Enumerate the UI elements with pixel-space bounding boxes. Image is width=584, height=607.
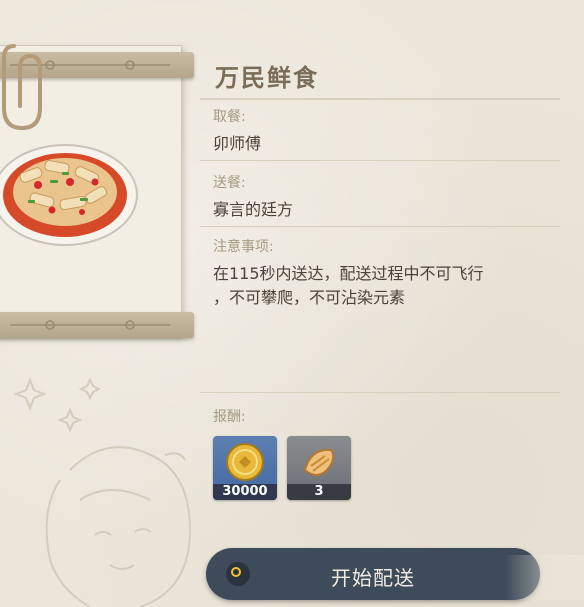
rewards-list: 30000 3 [213, 436, 351, 500]
reward-item-mora[interactable]: 30000 [213, 436, 277, 500]
delivery-value: 寡言的廷方 [213, 200, 294, 219]
scroll-rod-bottom [0, 312, 194, 338]
notes-text: 在115秒内送达，配送过程中不可飞行 ，不可攀爬，不可沾染元素 [213, 262, 533, 310]
section-divider [200, 226, 560, 227]
reward-count: 3 [287, 484, 351, 500]
notes-label: 注意事项: [213, 239, 274, 255]
food-dish-icon [303, 448, 335, 476]
watermark-blur [505, 555, 584, 600]
reward-count: 30000 [213, 484, 277, 500]
start-delivery-label: 开始配送 [331, 566, 415, 590]
page-title: 万民鲜食 [215, 64, 319, 92]
notes-line: 在115秒内送达，配送过程中不可飞行 [213, 264, 484, 283]
section-divider [200, 392, 560, 393]
character-sketch-decoration [13, 377, 192, 607]
rod-ornament-icon [10, 320, 170, 330]
mora-coin-icon [226, 443, 264, 481]
title-divider [200, 98, 560, 100]
notes-line: ，不可攀爬，不可沾染元素 [213, 288, 406, 307]
delivery-label: 送餐: [213, 175, 246, 191]
food-dish-icon [0, 144, 138, 246]
pickup-value: 卯师傅 [213, 134, 262, 153]
rewards-label: 报酬: [213, 409, 246, 425]
pickup-label: 取餐: [213, 109, 246, 125]
paperclip-icon [2, 44, 42, 131]
start-delivery-button[interactable]: 开始配送 [206, 548, 540, 600]
section-divider [200, 160, 560, 161]
reward-item-dish[interactable]: 3 [287, 436, 351, 500]
